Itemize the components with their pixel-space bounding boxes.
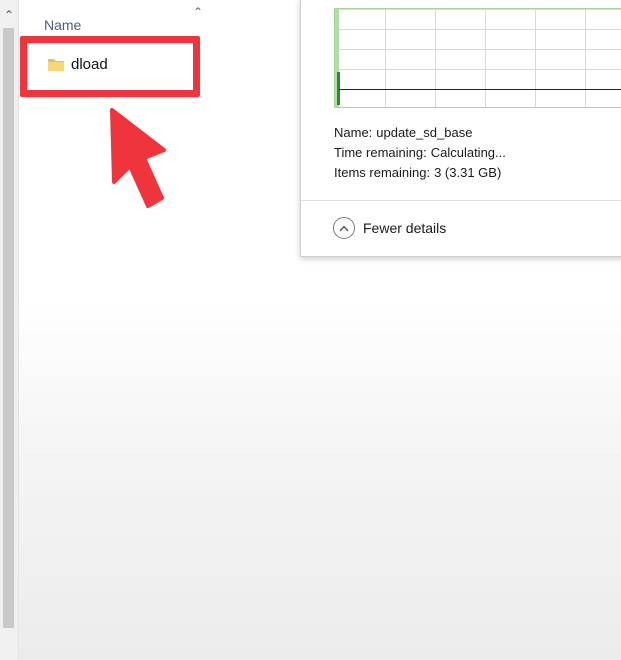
- highlight-box: [20, 36, 200, 97]
- detail-items-value: 3 (3.31 GB): [434, 165, 502, 180]
- copy-details: Name: update_sd_base Time remaining: Calcu…: [334, 123, 510, 183]
- fewer-details-label: Fewer details: [363, 220, 447, 236]
- divider: [301, 200, 621, 201]
- chevron-up-icon: [333, 217, 355, 239]
- scroll-up-icon[interactable]: ⌃: [1, 6, 17, 24]
- fewer-details-button[interactable]: Fewer details: [333, 217, 446, 239]
- column-header-name[interactable]: Name: [44, 17, 81, 33]
- graph-speed-line: [339, 89, 621, 90]
- detail-time-row: Time remaining: Calculating...: [334, 143, 510, 163]
- scroll-thumb[interactable]: [3, 28, 14, 628]
- detail-name-label: Name:: [334, 125, 373, 140]
- vertical-scrollbar[interactable]: ⌃: [0, 0, 19, 660]
- pointer-arrow-icon: [110, 108, 166, 208]
- copy-progress-dialog: Name: update_sd_base Time remaining: Calcu…: [300, 0, 621, 257]
- sort-ascending-icon: ⌃: [193, 5, 204, 19]
- detail-time-value: Calculating...: [430, 145, 506, 160]
- detail-items-row: Items remaining: 3 (3.31 GB): [334, 163, 510, 183]
- detail-time-label: Time remaining:: [334, 145, 427, 160]
- detail-name-value: update_sd_base: [376, 125, 473, 140]
- transfer-speed-graph: [334, 8, 621, 108]
- detail-name-row: Name: update_sd_base: [334, 123, 510, 143]
- detail-items-label: Items remaining:: [334, 165, 431, 180]
